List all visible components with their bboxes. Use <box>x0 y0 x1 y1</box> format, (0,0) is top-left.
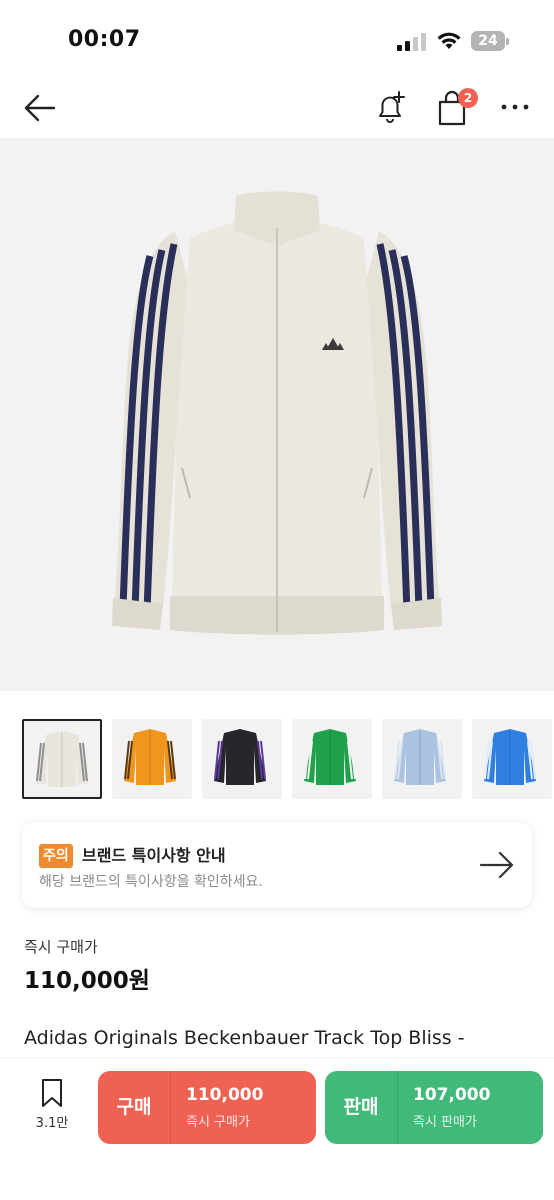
brand-notice-card[interactable]: 주의 브랜드 특이사항 안내 해당 브랜드의 특이사항을 확인하세요. <box>22 822 532 908</box>
thumbnail-5[interactable] <box>382 719 462 799</box>
buy-price: 110,000 <box>186 1085 264 1105</box>
track-jacket-illustration <box>112 191 442 635</box>
thumbnail-6[interactable] <box>472 719 552 799</box>
bookmark-button[interactable]: 3.1만 <box>28 1078 76 1138</box>
notification-bell-icon[interactable] <box>372 88 410 126</box>
bookmark-count: 3.1만 <box>35 1116 69 1131</box>
thumbnail-jacket <box>124 729 176 785</box>
notice-badge: 주의 <box>39 844 73 868</box>
thumbnail-2[interactable] <box>112 719 192 799</box>
product-title: Adidas Originals Beckenbauer Track Top B… <box>24 1027 465 1049</box>
notice-description: 해당 브랜드의 특이사항을 확인하세요. <box>39 874 263 890</box>
more-options-icon[interactable] <box>498 92 532 122</box>
price-value: 110,000원 <box>24 968 150 994</box>
cellular-signal-icon <box>397 33 427 51</box>
wifi-icon <box>437 32 461 49</box>
sell-button[interactable]: 판매 107,000 즉시 판매가 <box>325 1071 543 1144</box>
cart-badge: 2 <box>458 88 478 108</box>
status-bar: 00:07 24 <box>0 0 554 80</box>
thumbnail-jacket <box>214 729 266 785</box>
top-nav: 2 <box>0 80 554 136</box>
thumbnail-jacket <box>484 729 536 785</box>
notice-title: 브랜드 특이사항 안내 <box>82 846 226 865</box>
thumbnail-3[interactable] <box>202 719 282 799</box>
thumbnail-1[interactable] <box>22 719 102 799</box>
arrow-right-icon <box>479 851 514 879</box>
sell-price: 107,000 <box>413 1085 491 1105</box>
battery-icon: 24 <box>471 31 509 51</box>
status-time: 00:07 <box>68 27 141 52</box>
bottom-action-bar: 3.1만 구매 110,000 즉시 구매가 판매 107,000 즉시 판매가 <box>0 1057 554 1200</box>
product-image[interactable] <box>0 138 554 691</box>
thumbnail-4[interactable] <box>292 719 372 799</box>
price-label: 즉시 구매가 <box>24 938 98 956</box>
buy-subtitle: 즉시 구매가 <box>186 1115 250 1130</box>
thumbnail-jacket <box>304 729 356 785</box>
cart-button[interactable]: 2 <box>434 88 478 128</box>
back-arrow-icon[interactable] <box>22 90 58 126</box>
thumbnail-strip <box>22 719 554 799</box>
sell-subtitle: 즉시 판매가 <box>413 1115 477 1130</box>
sell-label: 판매 <box>325 1071 398 1144</box>
thumbnail-jacket <box>36 731 88 787</box>
battery-level: 24 <box>471 31 505 51</box>
buy-button[interactable]: 구매 110,000 즉시 구매가 <box>98 1071 316 1144</box>
buy-label: 구매 <box>98 1071 171 1144</box>
thumbnail-jacket <box>394 729 446 785</box>
bookmark-icon <box>42 1079 62 1107</box>
